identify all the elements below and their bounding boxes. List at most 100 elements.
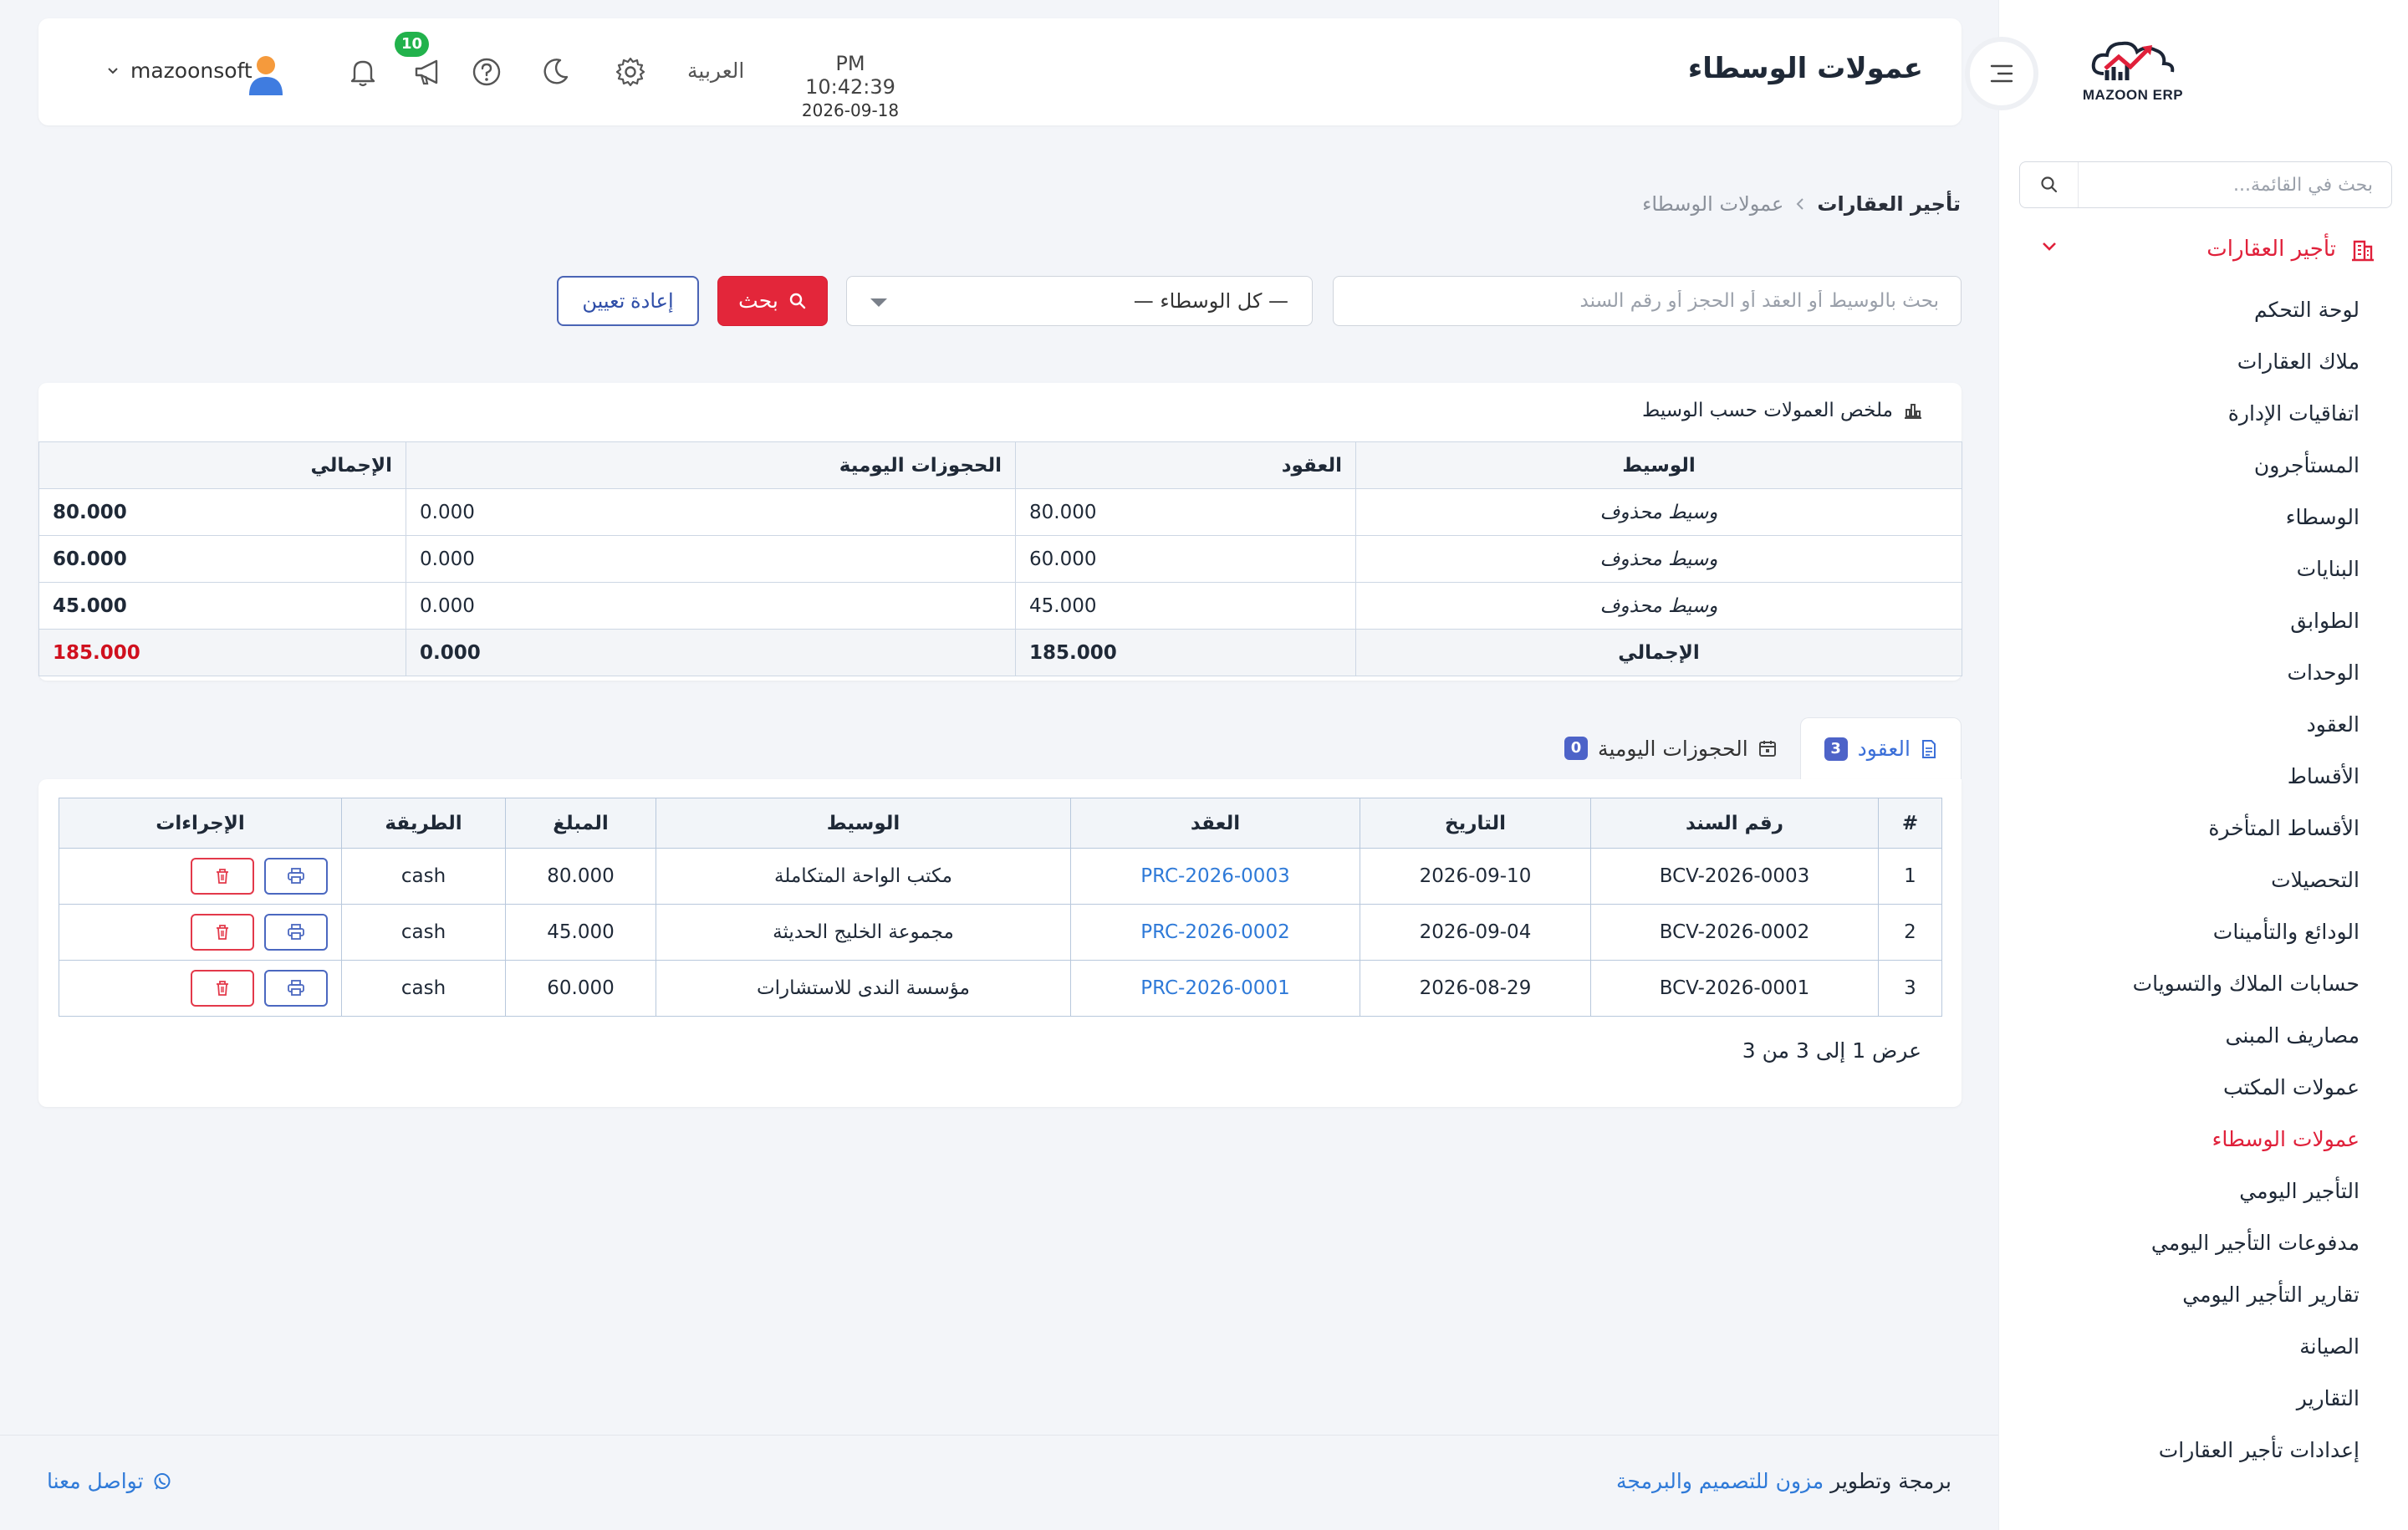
sidebar-item-overdue-installments[interactable]: الأقساط المتأخرة xyxy=(2133,803,2360,854)
cell-total: 45.000 xyxy=(38,582,406,630)
contract-link[interactable]: PRC-2026-0002 xyxy=(1070,904,1360,961)
sidebar-item-deposits[interactable]: الودائع والتأمينات xyxy=(2133,906,2360,958)
cell-broker: مؤسسة الندى للاستشارات xyxy=(656,960,1071,1017)
footer-company-link[interactable]: مزون للتصميم والبرمجة xyxy=(1616,1469,1824,1493)
sidebar-item-reports[interactable]: التقارير xyxy=(2133,1373,2360,1425)
username-label: mazoonsoft xyxy=(130,59,253,83)
sidebar-item-dashboard[interactable]: لوحة التحكم xyxy=(2133,284,2360,336)
tab-contracts[interactable]: العقود 3 xyxy=(1799,717,1962,779)
total-daily: 0.000 xyxy=(406,629,1016,676)
sidebar-item-units[interactable]: الوحدات xyxy=(2133,647,2360,699)
search-icon[interactable] xyxy=(2020,162,2079,207)
sidebar-group-property-rental[interactable]: تأجير العقارات xyxy=(1999,224,2408,274)
language-switch[interactable]: العربية xyxy=(687,59,744,83)
col-contracts: العقود xyxy=(1015,441,1356,489)
total-label: الإجمالي xyxy=(1355,629,1962,676)
col-amount: المبلغ xyxy=(505,798,656,849)
broker-select-value: — كل الوسطاء — xyxy=(1133,289,1288,313)
cell-index: 2 xyxy=(1878,904,1942,961)
print-button[interactable] xyxy=(264,970,328,1007)
delete-button[interactable] xyxy=(191,914,254,951)
chevron-down-icon xyxy=(107,67,119,75)
announcement-icon[interactable] xyxy=(411,55,445,89)
user-menu[interactable]: mazoonsoft xyxy=(107,59,253,83)
reset-button[interactable]: إعادة تعيين xyxy=(557,276,699,326)
cell-daily: 0.000 xyxy=(406,582,1016,630)
col-total: الإجمالي xyxy=(38,441,406,489)
delete-button[interactable] xyxy=(191,970,254,1007)
sidebar-item-buildings[interactable]: البنايات xyxy=(2133,543,2360,595)
breadcrumb-current: عمولات الوسطاء xyxy=(1642,192,1784,216)
sidebar-item-daily-rental[interactable]: التأجير اليومي xyxy=(2133,1165,2360,1217)
tab-contracts-count: 3 xyxy=(1824,737,1848,761)
tab-daily-bookings[interactable]: الحجوزات اليومية 0 xyxy=(1541,717,1800,779)
logo-text: MAZOON ERP xyxy=(2082,87,2184,103)
print-button[interactable] xyxy=(264,858,328,895)
contact-link[interactable]: تواصل معنا xyxy=(47,1469,172,1493)
record-tabs: العقود 3 الحجوزات اليومية 0 xyxy=(1515,717,1962,779)
search-input[interactable] xyxy=(1333,276,1962,326)
cell-date: 2026-08-29 xyxy=(1360,960,1591,1017)
footer-credit-prefix: برمجة وتطوير xyxy=(1830,1469,1951,1493)
cell-broker: وسيط محذوف xyxy=(1355,488,1962,536)
cell-contracts: 60.000 xyxy=(1015,535,1356,583)
sidebar-item-building-expenses[interactable]: مصاريف المبنى xyxy=(2133,1010,2360,1062)
sidebar-item-brokers[interactable]: الوسطاء xyxy=(2133,492,2360,543)
calendar-icon xyxy=(1758,739,1777,757)
tab-daily-bookings-count: 0 xyxy=(1564,737,1589,760)
help-icon[interactable] xyxy=(470,55,503,89)
sidebar-item-daily-rental-payments[interactable]: مدفوعات التأجير اليومي xyxy=(2133,1217,2360,1269)
sidebar-item-contracts[interactable]: العقود xyxy=(2133,699,2360,751)
settings-icon[interactable] xyxy=(614,55,647,89)
sidebar-item-floors[interactable]: الطوابق xyxy=(2133,595,2360,647)
col-broker: الوسيط xyxy=(1355,441,1962,489)
document-icon xyxy=(1921,739,1937,759)
contract-link[interactable]: PRC-2026-0001 xyxy=(1070,960,1360,1017)
cell-date: 2026-09-10 xyxy=(1360,848,1591,905)
cell-method: cash xyxy=(341,904,506,961)
summary-table: الوسيط العقود الحجوزات اليومية الإجمالي … xyxy=(38,441,1962,676)
breadcrumb-parent[interactable]: تأجير العقارات xyxy=(1817,192,1961,216)
cell-amount: 45.000 xyxy=(505,904,656,961)
sidebar-item-owner-accounts[interactable]: حسابات الملاك والتسويات xyxy=(2133,958,2360,1010)
logo[interactable]: MAZOON ERP xyxy=(1999,33,2267,117)
print-button[interactable] xyxy=(264,914,328,951)
sidebar-item-broker-commissions[interactable]: عمولات الوسطاء xyxy=(2133,1114,2360,1165)
delete-button[interactable] xyxy=(191,858,254,895)
summary-title: ملخص العمولات حسب الوسيط xyxy=(1642,400,1893,421)
sidebar-search-input[interactable] xyxy=(2079,162,2391,207)
sidebar-group-label: تأجير العقارات xyxy=(2206,237,2336,262)
printer-icon xyxy=(288,924,304,940)
cell-voucher: BCV-2026-0003 xyxy=(1590,848,1879,905)
table-row: وسيط محذوف 45.000 0.000 45.000 xyxy=(38,582,1962,630)
sidebar-item-daily-rental-reports[interactable]: تقارير التأجير اليومي xyxy=(2133,1269,2360,1321)
contract-link[interactable]: PRC-2026-0003 xyxy=(1070,848,1360,905)
chevron-left-icon xyxy=(1795,197,1805,211)
footer: برمجة وتطوير مزون للتصميم والبرمجة تواصل… xyxy=(0,1435,1998,1530)
bell-icon[interactable] xyxy=(346,55,380,89)
pagination-info: عرض 1 إلى 3 من 3 xyxy=(1742,1038,1921,1063)
sidebar-item-tenants[interactable]: المستأجرون xyxy=(2133,440,2360,492)
records-header-row: # رقم السند التاريخ العقد الوسيط المبلغ … xyxy=(59,798,1942,849)
dark-mode-icon[interactable] xyxy=(538,55,572,89)
chevron-down-icon[interactable] xyxy=(2041,241,2058,252)
broker-select[interactable]: — كل الوسطاء — xyxy=(846,276,1313,326)
sidebar-item-collections[interactable]: التحصيلات xyxy=(2133,854,2360,906)
cell-broker: وسيط محذوف xyxy=(1355,582,1962,630)
sidebar-item-management-agreements[interactable]: اتفاقيات الإدارة xyxy=(2133,388,2360,440)
breadcrumb: تأجير العقارات عمولات الوسطاء xyxy=(1642,192,1961,216)
summary-header-row: الوسيط العقود الحجوزات اليومية الإجمالي xyxy=(38,441,1962,489)
menu-toggle-button[interactable] xyxy=(1965,37,2038,110)
tab-contracts-label: العقود xyxy=(1857,737,1911,761)
search-button[interactable]: بحث xyxy=(717,276,828,326)
sidebar-item-installments[interactable]: الأقساط xyxy=(2133,751,2360,803)
trash-icon xyxy=(217,925,228,940)
sidebar-item-property-owners[interactable]: ملاك العقارات xyxy=(2133,336,2360,388)
sidebar-item-settings[interactable]: إعدادات تأجير العقارات xyxy=(2133,1425,2360,1476)
printer-icon xyxy=(288,868,304,884)
col-method: الطريقة xyxy=(341,798,506,849)
top-header: عمولات الوسطاء PM 10:42:39 2026-09-18 ال… xyxy=(38,18,1962,125)
sidebar-item-office-commissions[interactable]: عمولات المكتب xyxy=(2133,1062,2360,1114)
clock-date: 2026-09-18 xyxy=(801,100,900,120)
sidebar-item-maintenance[interactable]: الصيانة xyxy=(2133,1321,2360,1373)
